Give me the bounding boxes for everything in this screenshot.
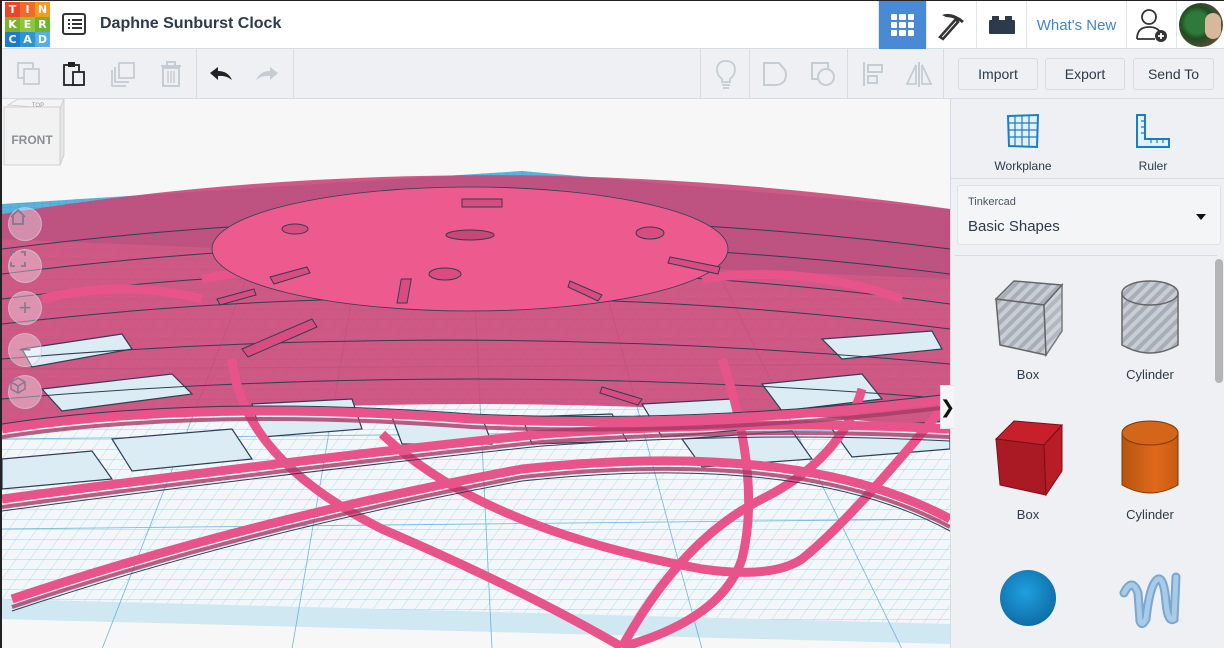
group-button[interactable] (752, 49, 798, 99)
shape-box[interactable]: Box (973, 413, 1083, 522)
viewcube-top-label: TOP (32, 103, 44, 109)
shape-hole-box[interactable]: Box (973, 273, 1083, 382)
shape-label: Box (1016, 507, 1040, 522)
user-add-icon (1135, 9, 1167, 42)
fit-all-button[interactable] (8, 249, 42, 283)
brick-icon (988, 16, 1015, 34)
lightbulb-icon (716, 60, 736, 89)
scribble-icon (1119, 572, 1181, 629)
paste-button[interactable] (52, 49, 98, 99)
ruler-button[interactable]: Ruler (1103, 109, 1203, 173)
minus-icon: − (18, 337, 32, 362)
hole-cylinder-icon (1121, 280, 1179, 354)
shapes-panel: Workplane Ruler Tinkercad Basic Shapes B… (950, 99, 1224, 648)
undo-icon (210, 67, 232, 80)
align-button[interactable] (850, 49, 896, 99)
workplane-scene[interactable] (2, 99, 950, 648)
ungroup-icon (811, 62, 835, 86)
home-view-button[interactable] (8, 207, 42, 241)
duplicate-icon (111, 62, 135, 87)
minecraft-button[interactable] (926, 1, 976, 49)
copy-button[interactable] (6, 49, 52, 99)
home-icon (10, 208, 26, 225)
panel-collapse-button[interactable]: ❯ (939, 385, 956, 429)
trash-icon (161, 61, 181, 87)
shape-cylinder[interactable]: Cylinder (1095, 413, 1205, 522)
duplicate-button[interactable] (100, 49, 146, 99)
export-button[interactable]: Export (1045, 58, 1125, 90)
align-icon (863, 62, 883, 86)
pickaxe-icon (937, 13, 964, 41)
sphere-icon (1000, 570, 1056, 626)
group-icon (763, 62, 787, 87)
edit-toolbar: Import Export Send To (2, 49, 1224, 99)
notes-button[interactable] (703, 49, 749, 99)
top-bar: TINKERCAD Daphne Sunburst Clock What's N… (2, 1, 1224, 49)
shape-sphere[interactable] (973, 553, 1083, 643)
workplane-label: Workplane (994, 159, 1052, 173)
chevron-right-icon: ❯ (939, 396, 956, 417)
projection-button[interactable] (8, 375, 42, 409)
hole-box-icon (994, 280, 1064, 358)
cylinder-icon (1121, 420, 1179, 494)
3d-design-button[interactable] (878, 1, 926, 49)
shape-label: Box (1016, 367, 1040, 382)
zoom-in-button[interactable]: + (8, 291, 42, 325)
zoom-out-button[interactable]: − (8, 333, 42, 367)
logo-letter: R (35, 17, 50, 32)
shape-scribble[interactable] (1095, 553, 1205, 643)
add-user-button[interactable] (1126, 1, 1176, 49)
user-avatar-button[interactable] (1176, 1, 1224, 49)
paste-icon (63, 62, 85, 86)
mirror-icon (905, 62, 933, 87)
library-category: Tinkercad (968, 196, 1016, 208)
shape-library-dropdown[interactable]: Tinkercad Basic Shapes (957, 185, 1221, 245)
send-to-button[interactable]: Send To (1133, 58, 1214, 90)
workplane-icon (1006, 113, 1040, 149)
lego-button[interactable] (976, 1, 1026, 49)
whats-new-link[interactable]: What's New (1026, 1, 1126, 49)
box-icon (994, 420, 1064, 497)
mirror-button[interactable] (896, 49, 942, 99)
undo-button[interactable] (198, 49, 244, 99)
cube-icon (10, 377, 26, 394)
shape-hole-cylinder[interactable]: Cylinder (1095, 273, 1205, 382)
redo-icon (256, 67, 278, 80)
library-selected: Basic Shapes (968, 218, 1060, 235)
shape-label: Cylinder (1126, 367, 1174, 382)
plus-icon: + (18, 295, 32, 320)
design-title[interactable]: Daphne Sunburst Clock (100, 15, 281, 33)
view-cube[interactable]: TOP FRONT (2, 99, 66, 171)
logo-letter: I (20, 2, 35, 17)
grid-icon (890, 14, 915, 36)
workplane-button[interactable]: Workplane (973, 109, 1073, 173)
logo-letter: E (20, 17, 35, 32)
logo-letter: C (5, 32, 20, 47)
fit-icon (10, 251, 26, 267)
delete-button[interactable] (148, 49, 194, 99)
logo-letter: D (35, 32, 50, 47)
ruler-label: Ruler (1138, 159, 1168, 173)
logo-letter: K (5, 17, 20, 32)
logo-letter: A (20, 32, 35, 47)
copy-icon (17, 62, 40, 85)
3d-viewport[interactable]: TOP FRONT + − (2, 99, 950, 648)
ruler-icon (1136, 114, 1170, 148)
top-right-nav: What's New (878, 1, 1224, 49)
avatar (1178, 3, 1223, 47)
shape-label: Cylinder (1126, 507, 1174, 522)
redo-button[interactable] (244, 49, 290, 99)
list-icon[interactable] (62, 13, 86, 35)
ungroup-button[interactable] (800, 49, 846, 99)
viewcube-front-label: FRONT (11, 133, 53, 147)
tinkercad-app: TINKERCAD Daphne Sunburst Clock What's N… (0, 0, 1224, 648)
panel-tools: Workplane Ruler (951, 99, 1224, 179)
logo-letter: N (35, 2, 50, 17)
shapes-scrollbar[interactable] (1215, 259, 1223, 383)
caret-down-icon (1196, 214, 1206, 220)
import-button[interactable]: Import (958, 58, 1038, 90)
logo-letter: T (5, 2, 20, 17)
tinkercad-logo[interactable]: TINKERCAD (5, 2, 50, 47)
